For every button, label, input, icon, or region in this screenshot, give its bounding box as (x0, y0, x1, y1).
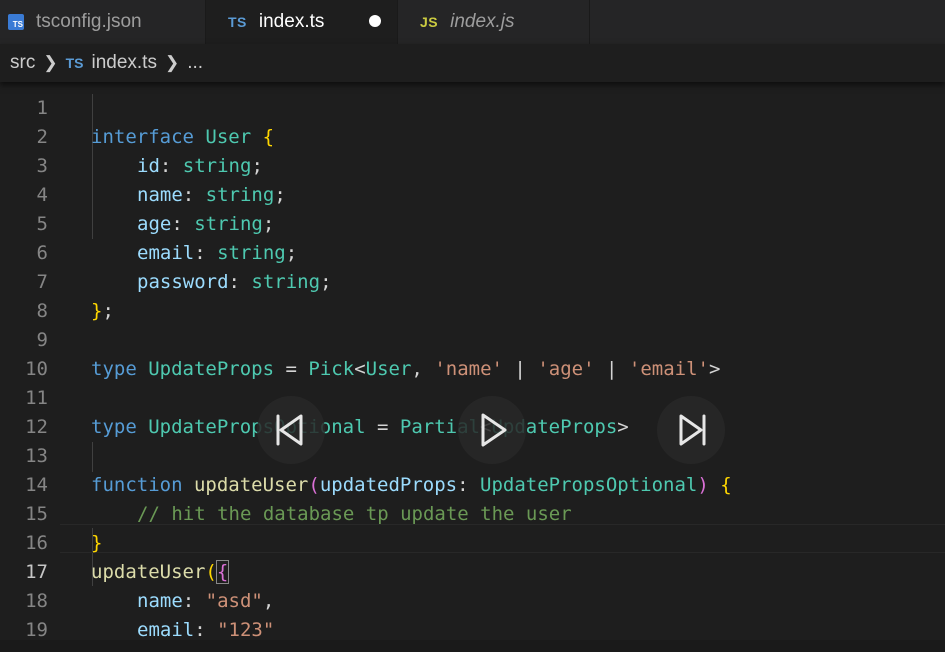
code-line: 7 }; (0, 239, 945, 322)
skip-back-button[interactable] (257, 396, 325, 464)
skip-back-icon (276, 414, 303, 446)
tab-tsconfig-json[interactable]: TS tsconfig.json (0, 0, 206, 44)
breadcrumb-file[interactable]: index.ts (91, 52, 156, 74)
code-line: 8 (0, 268, 945, 322)
editor-bottom-edge (0, 640, 945, 652)
tab-label: tsconfig.json (36, 11, 142, 32)
code-line: 18 email: "123" (0, 558, 945, 641)
breadcrumb-symbol[interactable]: ... (187, 52, 203, 74)
code-line: 1 interface User { (0, 82, 945, 148)
code-line: 6 password: string; (0, 210, 945, 293)
code-line: 9 type UpdateProps = Pick<User, 'name' |… (0, 297, 945, 380)
code-line: 11 type UpdatePropsOptional = Partial<Up… (0, 355, 945, 438)
unsaved-dot-icon[interactable] (369, 15, 381, 27)
play-button[interactable] (458, 396, 526, 464)
tab-index-js[interactable]: JS index.js (398, 0, 590, 44)
code-editor[interactable]: 1 interface User { 2 id: string; 3 name:… (0, 82, 945, 652)
typescript-icon: TS (65, 55, 84, 71)
code-line: 4 age: string; (0, 152, 945, 235)
skip-forward-button[interactable] (657, 396, 725, 464)
tab-label: index.js (450, 11, 515, 32)
code-line: 10 (0, 326, 945, 380)
tab-label: index.ts (258, 11, 325, 32)
code-line: 19 }) (0, 587, 945, 652)
code-line: 16 updateUser({ (0, 500, 945, 584)
skip-forward-icon (679, 414, 706, 446)
tab-index-ts[interactable]: TS index.ts (206, 0, 398, 44)
code-line-current: 17 name: "asd", (0, 529, 945, 612)
code-line: 3 name: string; (0, 123, 945, 206)
play-icon (481, 413, 507, 447)
breadcrumb: src ❯ TS index.ts ❯ ... (0, 44, 945, 82)
chevron-right-icon: ❯ (43, 53, 58, 72)
chevron-right-icon: ❯ (164, 53, 180, 72)
code-line: 5 email: string; (0, 181, 945, 264)
code-line: 15 } (0, 471, 945, 554)
code-line: 2 id: string; (0, 94, 945, 177)
breadcrumb-folder[interactable]: src (10, 52, 35, 74)
ts-config-icon: TS (8, 14, 24, 30)
typescript-icon: TS (228, 14, 247, 30)
editor-tab-bar: TS tsconfig.json TS index.ts JS index.js (0, 0, 945, 44)
javascript-icon: JS (420, 14, 439, 30)
